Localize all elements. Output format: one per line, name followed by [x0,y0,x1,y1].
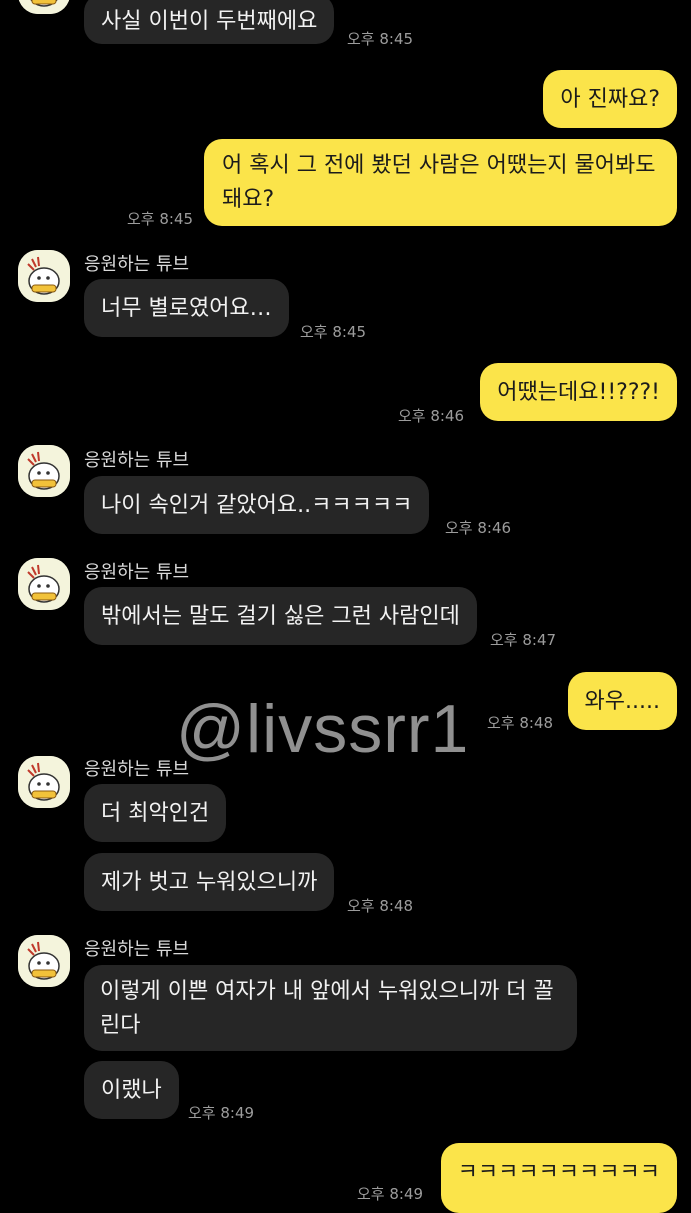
sender-name: 응원하는 튜브 [84,450,190,471]
sender-avatar[interactable] [18,0,70,14]
message-time: 오후 8:48 [347,897,414,915]
message-bubble-incoming: 이랬나 [84,1061,179,1119]
message-time: 오후 8:49 [188,1104,255,1122]
message-bubble-incoming: 사실 이번이 두번째에요 [84,0,335,44]
tube-avatar-icon [18,756,70,808]
message-bubble-incoming: 이렇게 이쁜 여자가 내 앞에서 누워있으니까 더 꼴린다 [84,965,577,1051]
sender-name: 응원하는 튜브 [84,254,190,275]
message-time: 오후 8:49 [357,1185,424,1203]
message-bubble-outgoing: 아 진짜요? [543,70,677,128]
message-bubble-incoming: 너무 별로였어요… [84,279,289,337]
sender-avatar[interactable] [18,445,70,497]
message-bubble-outgoing: ㅋㅋㅋㅋㅋㅋㅋㅋㅋㅋ [440,1143,677,1213]
message-time: 오후 8:45 [127,210,194,228]
message-bubble-outgoing: 어 혹시 그 전에 봤던 사람은 어땠는지 물어봐도 돼요? [204,139,677,226]
message-bubble-outgoing: 어땠는데요!!???! [480,363,677,421]
sender-name: 응원하는 튜브 [84,562,190,583]
message-bubble-incoming: 나이 속인거 같았어요..ㅋㅋㅋㅋㅋ [84,476,430,534]
sender-name: 응원하는 튜브 [84,939,190,960]
message-time: 오후 8:45 [347,30,414,48]
message-time: 오후 8:45 [300,323,367,341]
tube-avatar-icon [18,0,70,14]
message-bubble-outgoing: 와우..... [567,672,677,730]
sender-avatar[interactable] [18,756,70,808]
tube-avatar-icon [18,445,70,497]
message-bubble-incoming: 제가 벗고 누워있으니까 [84,853,335,911]
tube-avatar-icon [18,250,70,302]
watermark: @livssrr1 [176,691,470,767]
message-time: 오후 8:48 [487,714,554,732]
message-bubble-incoming: 더 최악인건 [84,784,227,842]
message-time: 오후 8:47 [490,631,557,649]
sender-avatar[interactable] [18,558,70,610]
message-bubble-incoming: 밖에서는 말도 걸기 싫은 그런 사람인데 [84,587,477,645]
tube-avatar-icon [18,558,70,610]
tube-avatar-icon [18,935,70,987]
sender-avatar[interactable] [18,935,70,987]
message-time: 오후 8:46 [445,519,512,537]
sender-avatar[interactable] [18,250,70,302]
message-time: 오후 8:46 [398,407,465,425]
sender-name: 응원하는 튜브 [84,759,190,780]
